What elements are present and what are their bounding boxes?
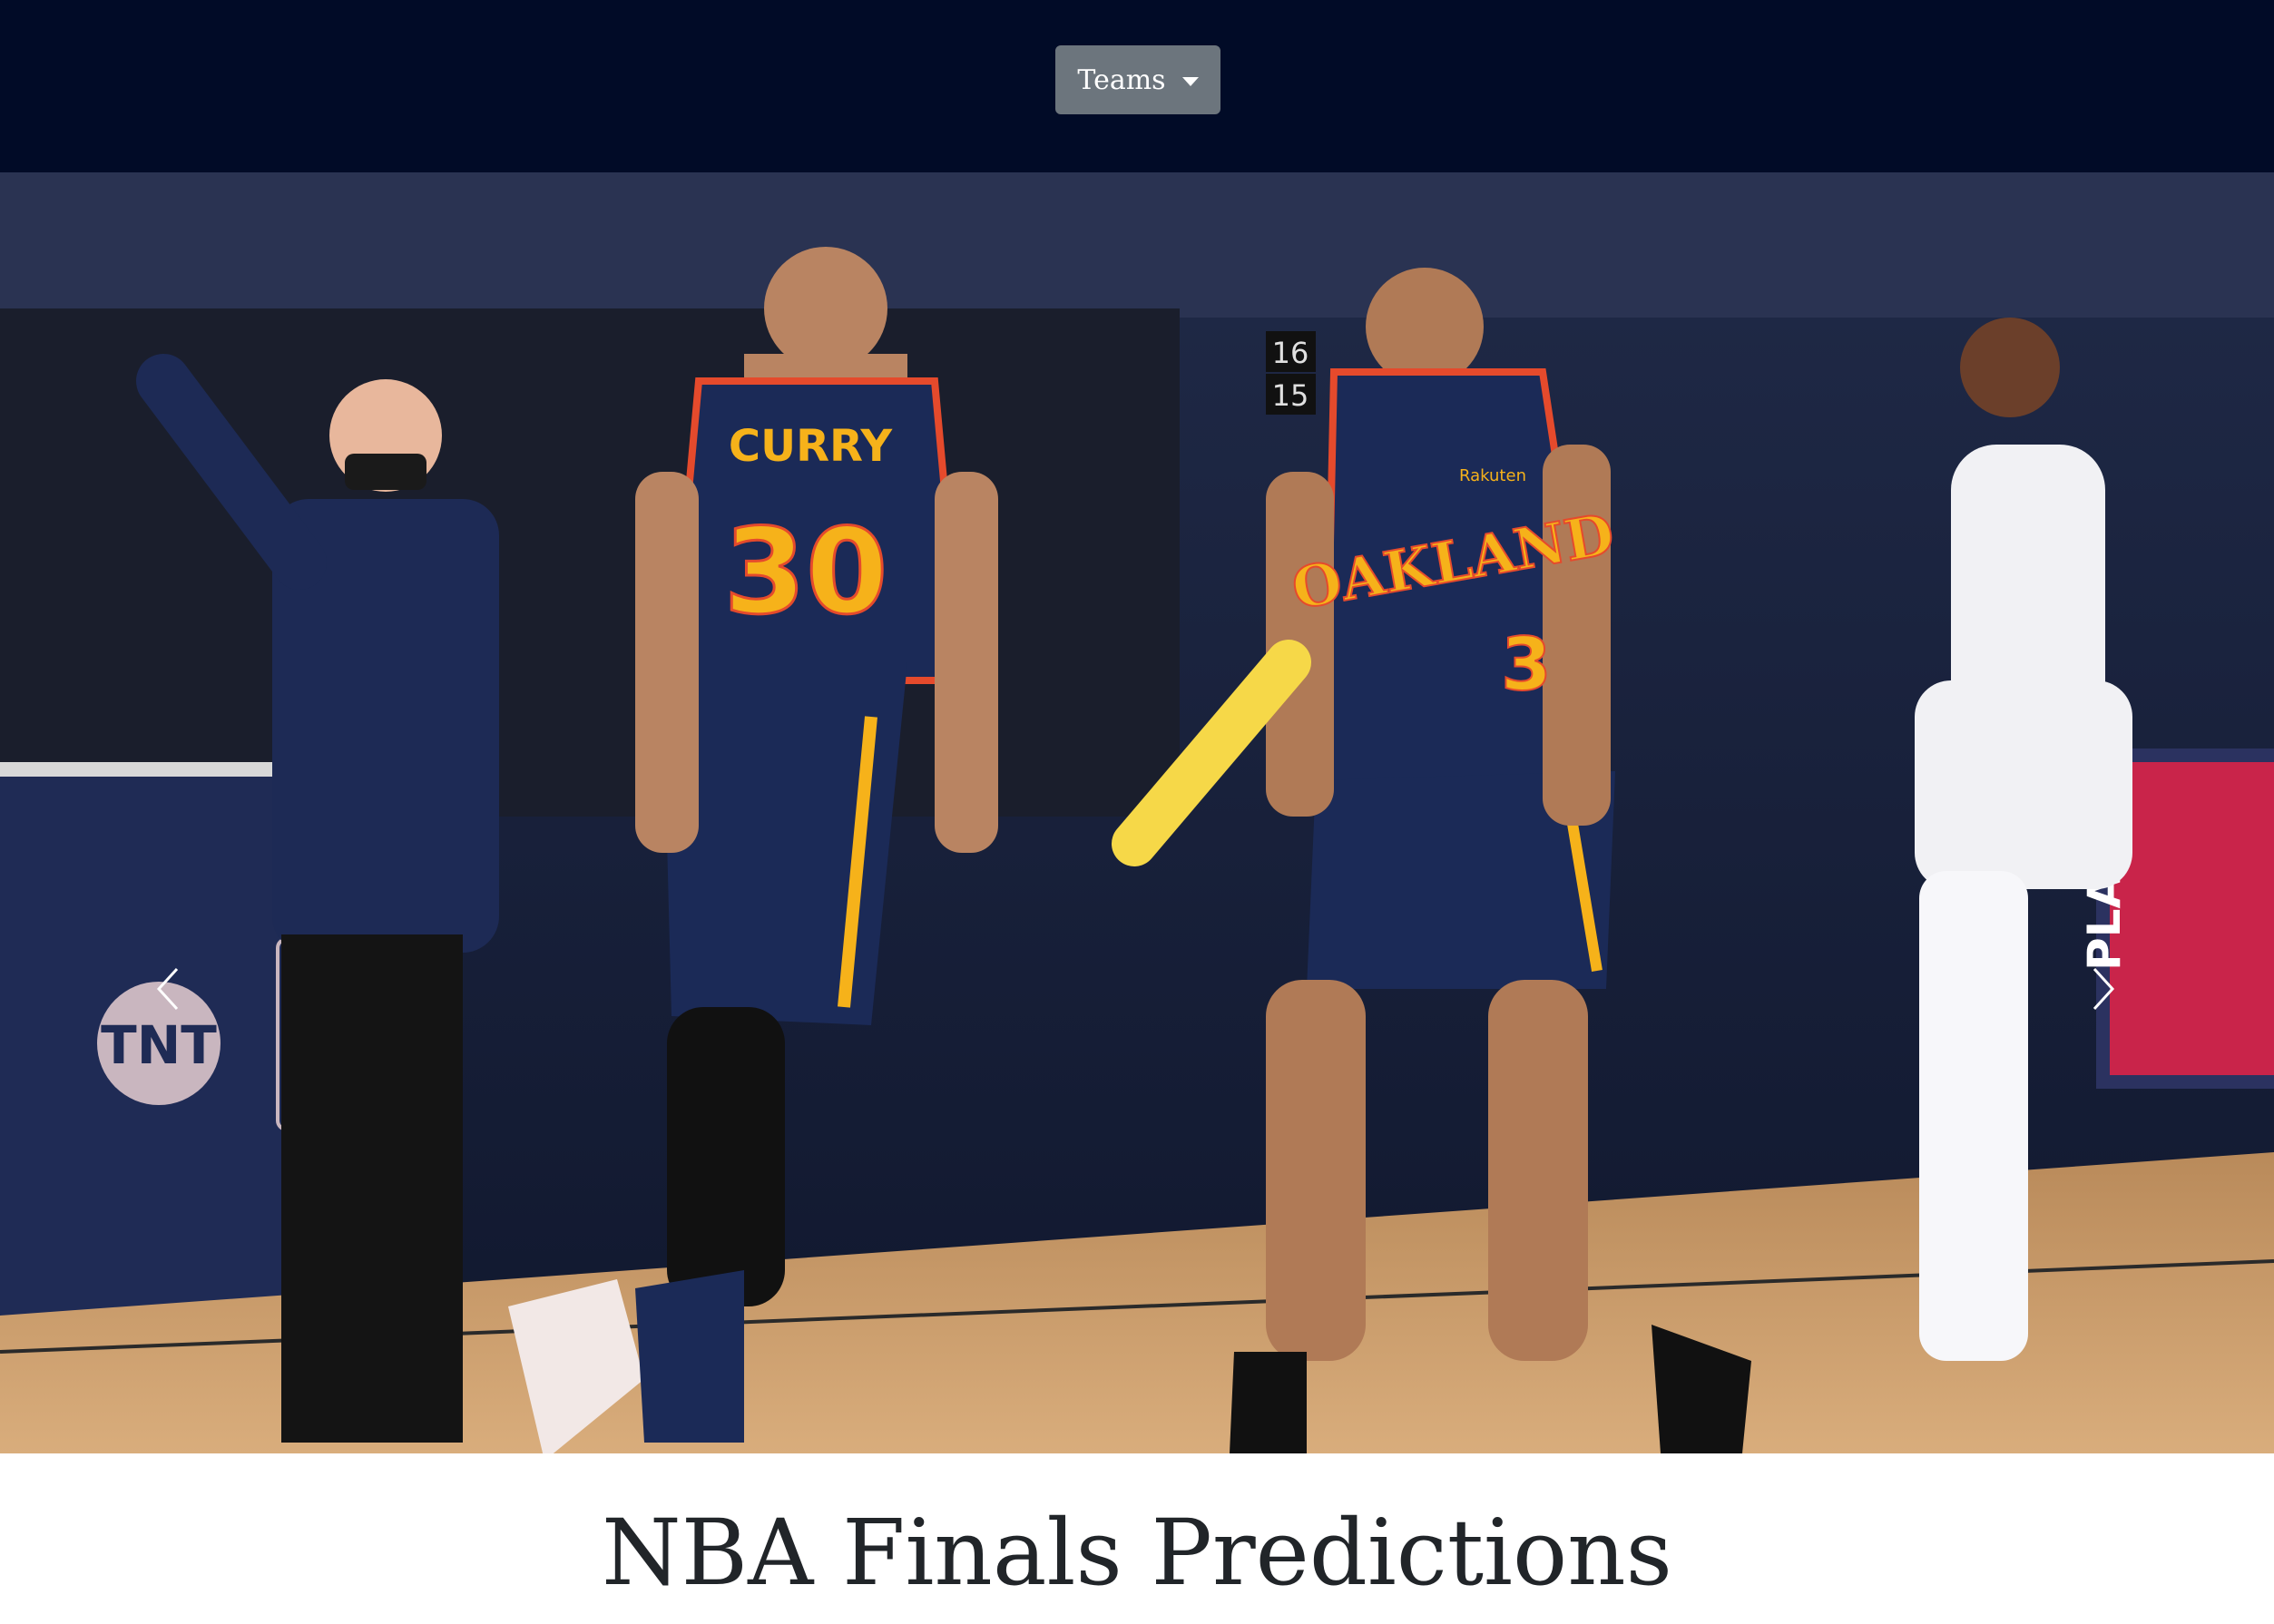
teams-button-label: Teams — [1077, 64, 1166, 96]
carousel-prev-button[interactable] — [113, 925, 222, 1052]
chevron-right-icon — [2093, 967, 2115, 1011]
carousel-next-button[interactable] — [2049, 925, 2158, 1052]
chevron-left-icon — [156, 967, 179, 1011]
jersey-sponsor: Rakuten — [1459, 466, 1526, 485]
jersey-number-3: 3 — [1501, 622, 1552, 707]
row-number-top: 16 — [1272, 336, 1309, 370]
jersey-number-30: 30 — [724, 503, 888, 641]
chevron-down-icon — [1181, 77, 1199, 86]
teams-dropdown-button[interactable]: Teams — [1055, 45, 1220, 114]
page-title: NBA Finals Predictions — [602, 1500, 1672, 1606]
row-number-bottom: 15 — [1272, 378, 1309, 413]
hero-carousel: TNT PLAYOFFS 16 15 CURRY 30 — [0, 172, 2274, 1453]
carousel-slide-image: TNT PLAYOFFS 16 15 CURRY 30 — [0, 172, 2274, 1453]
top-navbar: Teams — [0, 0, 2274, 172]
jersey-name: CURRY — [729, 421, 894, 472]
